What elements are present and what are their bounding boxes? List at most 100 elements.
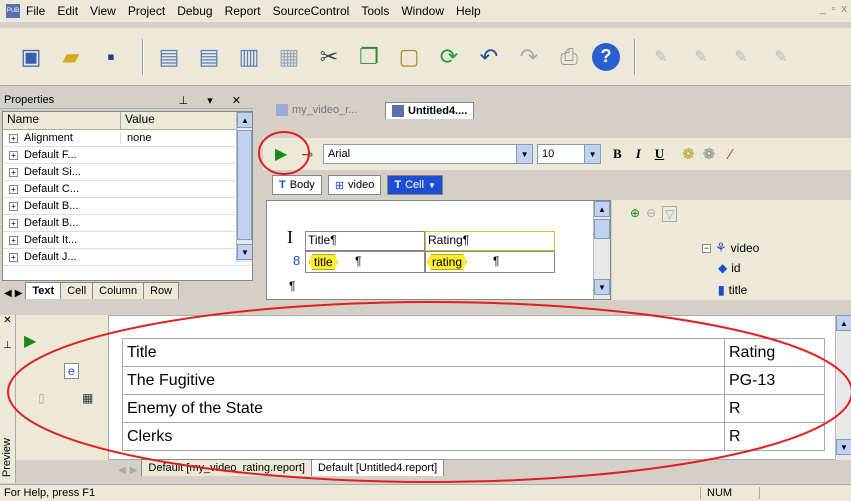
- print-icon[interactable]: ⎙: [552, 40, 586, 74]
- col-name-header[interactable]: Name: [3, 112, 121, 129]
- new-project-icon[interactable]: ▣: [14, 40, 48, 74]
- expand-icon[interactable]: +: [9, 150, 18, 160]
- property-row[interactable]: + Default B...: [3, 215, 252, 232]
- field-tag-rating[interactable]: rating: [427, 254, 468, 270]
- window-icon[interactable]: ▤: [152, 40, 186, 74]
- scroll-up-icon[interactable]: ▲: [594, 201, 610, 217]
- menu-file[interactable]: File: [26, 4, 45, 18]
- paste-icon[interactable]: ▢: [392, 40, 426, 74]
- breadcrumb-video[interactable]: ⊞ video: [327, 175, 382, 195]
- bold-button[interactable]: B: [613, 146, 622, 162]
- menu-view[interactable]: View: [90, 4, 116, 18]
- scroll-thumb[interactable]: [237, 130, 252, 240]
- window-new-icon[interactable]: ▤: [192, 40, 226, 74]
- bind-field-icon[interactable]: ⊸: [301, 146, 313, 163]
- undo-icon[interactable]: ↶: [472, 40, 506, 74]
- menu-tools[interactable]: Tools: [361, 4, 389, 18]
- font-family-select[interactable]: Arial ▼: [323, 144, 534, 164]
- add-node-icon[interactable]: ⊕: [630, 206, 640, 222]
- expand-icon[interactable]: +: [9, 201, 18, 211]
- highlight-icon[interactable]: ⁄: [729, 146, 732, 163]
- tree-node-id[interactable]: ◆ id: [718, 261, 741, 275]
- help-icon[interactable]: ?: [592, 42, 620, 71]
- tab-row[interactable]: Row: [143, 282, 180, 299]
- tab-column[interactable]: Column: [92, 282, 145, 299]
- tab-preview-untitled4[interactable]: Default [Untitled4.report]: [310, 459, 445, 476]
- property-row[interactable]: + Default C...: [3, 181, 252, 198]
- menu-window[interactable]: Window: [401, 4, 444, 18]
- tab-nav-right-icon[interactable]: ▶: [15, 288, 23, 299]
- cut-icon[interactable]: ✂: [312, 40, 346, 74]
- save-icon[interactable]: ▪: [94, 40, 128, 74]
- doc-tab-my-video[interactable]: my_video_r...: [276, 104, 357, 116]
- chevron-down-icon[interactable]: ▼: [428, 181, 436, 190]
- indent-icon[interactable]: ✎: [724, 40, 758, 74]
- menu-report[interactable]: Report: [225, 4, 261, 18]
- expand-icon[interactable]: +: [9, 184, 18, 194]
- scroll-up-icon[interactable]: ▲: [836, 315, 851, 331]
- chevron-down-icon[interactable]: ▼: [516, 145, 533, 163]
- preview-scrollbar[interactable]: ▲ ▼: [835, 315, 851, 460]
- tab-cell[interactable]: Cell: [60, 282, 94, 299]
- menu-debug[interactable]: Debug: [177, 4, 212, 18]
- col-value-header[interactable]: Value: [121, 112, 155, 129]
- filter-icon[interactable]: ▽: [662, 206, 678, 222]
- report-designer[interactable]: I Title¶ Rating¶ 8 title ¶ rating ¶ ¶ ▲ …: [266, 200, 611, 300]
- menu-edit[interactable]: Edit: [57, 4, 78, 18]
- export-icon[interactable]: ▦: [82, 391, 93, 405]
- collapse-icon[interactable]: −: [702, 243, 711, 253]
- expand-icon[interactable]: +: [9, 167, 18, 177]
- tab-nav-left-icon[interactable]: ◀: [118, 465, 126, 476]
- style-icon[interactable]: ❁: [682, 145, 695, 163]
- run-preview-button[interactable]: ▶: [275, 144, 287, 164]
- properties-scrollbar[interactable]: ▲ ▼: [236, 112, 252, 262]
- property-row[interactable]: + Default F...: [3, 147, 252, 164]
- menu-project[interactable]: Project: [128, 4, 165, 18]
- scroll-down-icon[interactable]: ▼: [237, 244, 252, 260]
- minimize-button[interactable]: _: [819, 3, 825, 15]
- refresh-icon[interactable]: ⟳: [432, 40, 466, 74]
- tab-text[interactable]: Text: [25, 282, 62, 299]
- header-cell-title[interactable]: Title¶: [305, 231, 425, 251]
- expand-icon[interactable]: +: [9, 218, 18, 228]
- tree-node-video[interactable]: − ⚘ video: [702, 240, 759, 256]
- designer-scrollbar[interactable]: ▲ ▼: [593, 201, 610, 299]
- close-icon[interactable]: ✕: [0, 315, 15, 326]
- tree-node-title[interactable]: ▮ title: [718, 283, 747, 297]
- doc-tab-untitled4[interactable]: Untitled4....: [385, 102, 475, 119]
- property-value[interactable]: none: [120, 132, 151, 144]
- expand-icon[interactable]: +: [9, 252, 18, 262]
- scroll-thumb[interactable]: [594, 219, 610, 239]
- breadcrumb-cell[interactable]: T Cell ▼: [387, 175, 443, 195]
- style-clear-icon[interactable]: ❁: [703, 145, 716, 163]
- restore-button[interactable]: ▫: [832, 3, 836, 15]
- header-cell-rating[interactable]: Rating¶: [425, 231, 555, 251]
- expand-icon[interactable]: +: [9, 133, 18, 143]
- tab-nav-left-icon[interactable]: ◀: [4, 288, 12, 299]
- scroll-down-icon[interactable]: ▼: [836, 439, 851, 455]
- copy-icon[interactable]: ❐: [352, 40, 386, 74]
- tab-nav-right-icon[interactable]: ▶: [130, 465, 138, 476]
- property-row[interactable]: + Default It...: [3, 232, 252, 249]
- remove-node-icon[interactable]: ⊖: [646, 206, 656, 222]
- outdent-icon[interactable]: ✎: [764, 40, 798, 74]
- run-preview-icon[interactable]: ▶: [24, 331, 36, 351]
- document-icon[interactable]: ▯: [38, 391, 45, 405]
- comment-icon[interactable]: ✎: [644, 40, 678, 74]
- menu-help[interactable]: Help: [456, 4, 481, 18]
- close-button[interactable]: x: [842, 3, 848, 15]
- uncomment-icon[interactable]: ✎: [684, 40, 718, 74]
- field-tag-title[interactable]: title: [309, 254, 338, 270]
- window-tile-icon[interactable]: ▦: [272, 40, 306, 74]
- font-size-select[interactable]: 10 ▼: [537, 144, 602, 164]
- pin-icon[interactable]: ⊥: [0, 340, 15, 351]
- scroll-up-icon[interactable]: ▲: [237, 112, 252, 128]
- window-cascade-icon[interactable]: ▥: [232, 40, 266, 74]
- breadcrumb-body[interactable]: T Body: [272, 175, 322, 195]
- expand-icon[interactable]: +: [9, 235, 18, 245]
- property-row[interactable]: + Default J...: [3, 249, 252, 266]
- menu-sourcecontrol[interactable]: SourceControl: [273, 4, 350, 18]
- open-folder-icon[interactable]: ▰: [54, 40, 88, 74]
- browser-view-icon[interactable]: e: [64, 363, 79, 379]
- redo-icon[interactable]: ↷: [512, 40, 546, 74]
